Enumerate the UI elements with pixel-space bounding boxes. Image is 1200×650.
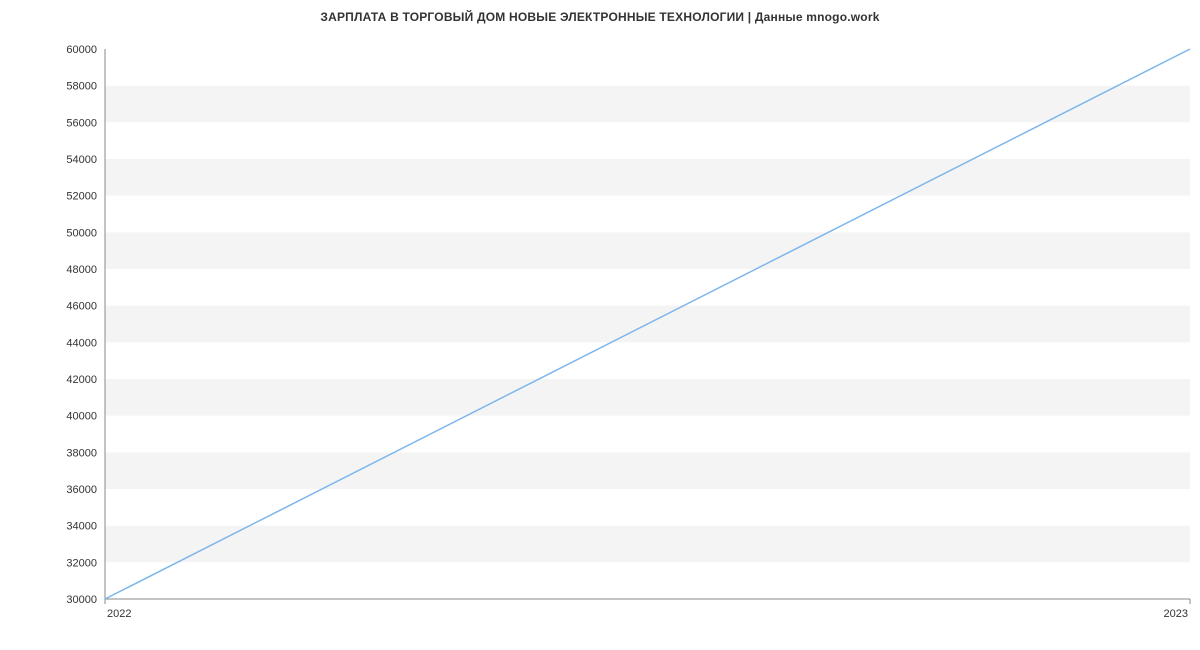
svg-text:56000: 56000 bbox=[66, 117, 97, 129]
svg-text:44000: 44000 bbox=[66, 337, 97, 349]
svg-text:2022: 2022 bbox=[107, 608, 131, 620]
svg-text:46000: 46000 bbox=[66, 301, 97, 313]
svg-text:40000: 40000 bbox=[66, 411, 97, 423]
svg-text:50000: 50000 bbox=[66, 227, 97, 239]
svg-text:54000: 54000 bbox=[66, 154, 97, 166]
svg-text:58000: 58000 bbox=[66, 81, 97, 93]
svg-text:60000: 60000 bbox=[66, 44, 97, 56]
svg-text:36000: 36000 bbox=[66, 484, 97, 496]
svg-text:52000: 52000 bbox=[66, 191, 97, 203]
svg-text:42000: 42000 bbox=[66, 374, 97, 386]
svg-text:38000: 38000 bbox=[66, 447, 97, 459]
chart-plot-area: 30000 32000 34000 36000 38000 40000 42000 44000… bbox=[0, 24, 1200, 644]
chart-title: ЗАРПЛАТА В ТОРГОВЫЙ ДОМ НОВЫЕ ЭЛЕКТРОННЫ… bbox=[0, 0, 1200, 24]
svg-text:2023: 2023 bbox=[1164, 608, 1188, 620]
salary-chart: ЗАРПЛАТА В ТОРГОВЫЙ ДОМ НОВЫЕ ЭЛЕКТРОННЫ… bbox=[0, 0, 1200, 650]
svg-text:34000: 34000 bbox=[66, 521, 97, 533]
svg-text:30000: 30000 bbox=[66, 594, 97, 606]
svg-text:32000: 32000 bbox=[66, 557, 97, 569]
svg-text:48000: 48000 bbox=[66, 264, 97, 276]
